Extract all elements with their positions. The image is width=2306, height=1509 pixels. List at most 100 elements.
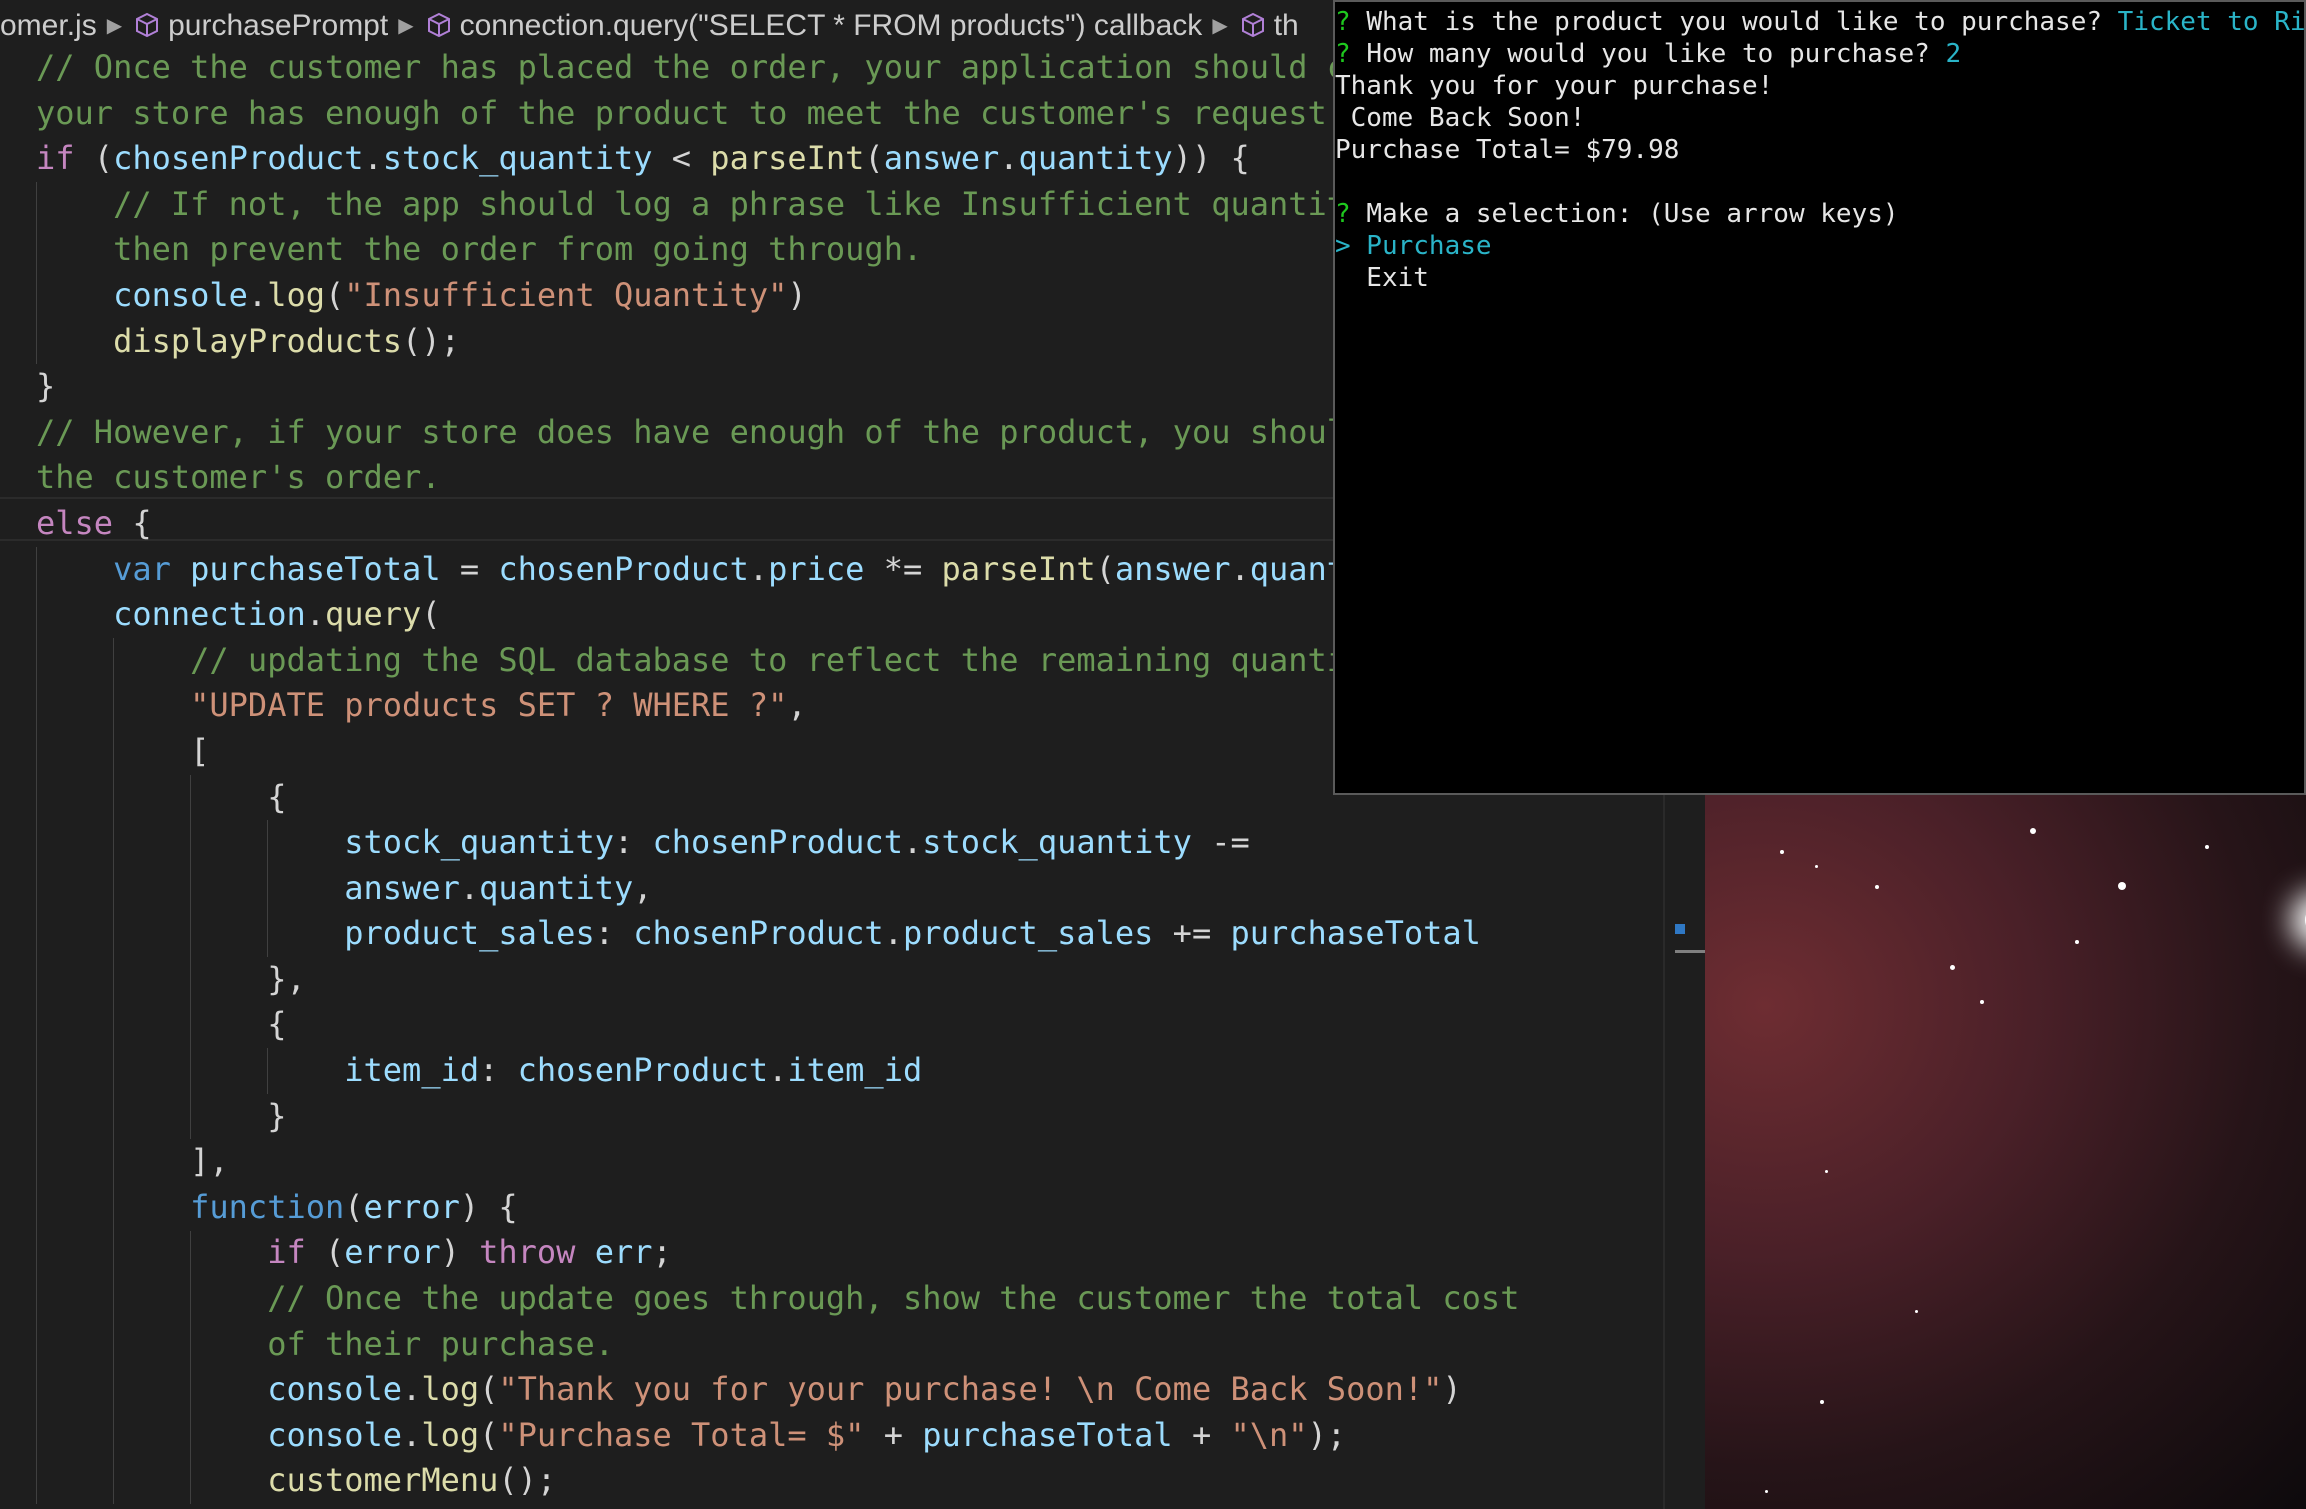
code-token: "Thank you for your purchase! \n Come Ba… bbox=[498, 1370, 1443, 1409]
code-line[interactable]: your store has enough of the product to … bbox=[36, 91, 1519, 137]
code-token: else bbox=[36, 503, 114, 542]
code-token: query bbox=[324, 595, 422, 634]
code-line[interactable]: // updating the SQL database to reflect … bbox=[36, 638, 1519, 684]
breadcrumb-item[interactable]: connection.query("SELECT * FROM products… bbox=[460, 0, 1203, 50]
code-line[interactable]: }, bbox=[36, 957, 1519, 1003]
terminal-line: Purchase Total= $79.98 bbox=[1335, 134, 2304, 166]
code-token: customerMenu bbox=[267, 1461, 499, 1500]
breadcrumb-item[interactable]: omer.js bbox=[0, 0, 97, 50]
code-token: . bbox=[305, 595, 325, 634]
code-token: console bbox=[113, 275, 248, 314]
code-line[interactable]: "UPDATE products SET ? WHERE ?", bbox=[36, 683, 1519, 729]
code-line[interactable]: customerMenu(); bbox=[36, 1458, 1519, 1504]
terminal-answer: Ticket to Ride bbox=[2117, 7, 2306, 37]
terminal-line: ? Make a selection: (Use arrow keys) bbox=[1335, 198, 2304, 230]
code-token: then prevent the order from going throug… bbox=[113, 230, 923, 269]
code-line[interactable]: console.log("Thank you for your purchase… bbox=[36, 1367, 1519, 1413]
star bbox=[1915, 1310, 1918, 1313]
star bbox=[1825, 1170, 1828, 1173]
code-line[interactable]: of their purchase. bbox=[36, 1322, 1519, 1368]
code-token: stock_quantity bbox=[922, 823, 1192, 862]
code-line[interactable]: function(error) { bbox=[36, 1185, 1519, 1231]
terminal-text: How many would you like to purchase? bbox=[1366, 39, 1946, 69]
code-line[interactable]: connection.query( bbox=[36, 592, 1519, 638]
code-token: // If not, the app should log a phrase l… bbox=[113, 184, 1385, 223]
code-token: price bbox=[768, 549, 865, 588]
code-token: ) { bbox=[459, 1187, 518, 1226]
terminal-text: Exit bbox=[1335, 263, 1429, 293]
terminal-line: > Purchase bbox=[1335, 230, 2304, 262]
terminal-line: Thank you for your purchase! bbox=[1335, 70, 2304, 102]
code-line[interactable]: console.log("Purchase Total= $" + purcha… bbox=[36, 1413, 1519, 1459]
code-token: . bbox=[883, 914, 903, 953]
code-token: answer bbox=[1114, 549, 1231, 588]
code-token: product_sales bbox=[344, 914, 595, 953]
star bbox=[2118, 882, 2126, 890]
code-token: if bbox=[36, 139, 75, 178]
code-token: . bbox=[363, 139, 383, 178]
code-line[interactable]: then prevent the order from going throug… bbox=[36, 227, 1519, 273]
code-line[interactable]: console.log("Insufficient Quantity") bbox=[36, 273, 1519, 319]
code-token: (); bbox=[402, 321, 460, 360]
terminal-line: Exit bbox=[1335, 262, 2304, 294]
code-token: err bbox=[594, 1233, 653, 1272]
terminal-answer: 2 bbox=[1945, 39, 1962, 69]
code-token: ) bbox=[440, 1233, 480, 1272]
code-line[interactable]: } bbox=[36, 1094, 1519, 1140]
code-token: item_id bbox=[344, 1051, 480, 1090]
code-line[interactable]: } bbox=[36, 364, 1519, 410]
code-token: { bbox=[113, 503, 152, 542]
code-token: error bbox=[363, 1187, 460, 1226]
code-token: ); bbox=[1307, 1415, 1347, 1454]
code-line[interactable]: answer.quantity, bbox=[36, 866, 1519, 912]
code-token: // However, if your store does have enou… bbox=[36, 412, 1385, 451]
code-token: ( bbox=[479, 1370, 499, 1409]
desktop-wallpaper bbox=[1705, 790, 2306, 1509]
code-line[interactable]: ], bbox=[36, 1139, 1519, 1185]
code-line[interactable]: if (error) throw err; bbox=[36, 1230, 1519, 1276]
code-token: displayProducts bbox=[113, 321, 403, 360]
code-token: product_sales bbox=[902, 914, 1154, 953]
indent-guide bbox=[36, 546, 37, 1505]
code-line[interactable]: if (chosenProduct.stock_quantity < parse… bbox=[36, 136, 1519, 182]
code-token: chosenProduct bbox=[517, 1051, 769, 1090]
code-token: console bbox=[267, 1370, 403, 1409]
terminal-window[interactable]: ? What is the product you would like to … bbox=[1333, 0, 2306, 795]
menu-option-selected[interactable]: > Purchase bbox=[1335, 231, 1492, 261]
code-line[interactable]: product_sales: chosenProduct.product_sal… bbox=[36, 911, 1519, 957]
code-line[interactable]: stock_quantity: chosenProduct.stock_quan… bbox=[36, 820, 1519, 866]
code-line[interactable]: [ bbox=[36, 729, 1519, 775]
code-line[interactable]: { bbox=[36, 1002, 1519, 1048]
terminal-text: Come Back Soon! bbox=[1335, 103, 1586, 133]
code-token: "Insufficient Quantity" bbox=[344, 275, 788, 314]
code-area[interactable]: // Once the customer has placed the orde… bbox=[36, 45, 1519, 1504]
code-token: . bbox=[402, 1370, 422, 1409]
breadcrumb-item[interactable]: purchasePrompt bbox=[168, 0, 388, 50]
code-token: quantity bbox=[1018, 139, 1173, 178]
code-line[interactable]: var purchaseTotal = chosenProduct.price … bbox=[36, 547, 1519, 593]
code-line[interactable]: { bbox=[36, 775, 1519, 821]
code-line[interactable]: // Once the customer has placed the orde… bbox=[36, 45, 1519, 91]
code-line[interactable]: else { bbox=[36, 501, 1519, 547]
terminal-line: ? What is the product you would like to … bbox=[1335, 6, 2304, 38]
code-token: }, bbox=[267, 959, 306, 998]
code-token: chosenProduct bbox=[652, 823, 903, 862]
code-token: , bbox=[633, 868, 653, 907]
code-line[interactable]: item_id: chosenProduct.item_id bbox=[36, 1048, 1519, 1094]
code-token: < bbox=[652, 139, 711, 178]
code-line[interactable]: displayProducts(); bbox=[36, 319, 1519, 365]
code-line[interactable]: // If not, the app should log a phrase l… bbox=[36, 182, 1519, 228]
breadcrumb-item[interactable]: th bbox=[1274, 0, 1299, 50]
code-token: chosenProduct bbox=[113, 139, 364, 178]
code-token: stock_quantity bbox=[382, 139, 653, 178]
code-line[interactable]: // Once the update goes through, show th… bbox=[36, 1276, 1519, 1322]
code-token: . bbox=[768, 1051, 788, 1090]
code-token: [ bbox=[190, 731, 210, 770]
code-line[interactable]: // However, if your store does have enou… bbox=[36, 410, 1519, 456]
code-line[interactable]: the customer's order. bbox=[36, 455, 1519, 501]
code-token: ( bbox=[324, 275, 345, 314]
code-token: . bbox=[902, 823, 923, 862]
code-token: ( bbox=[421, 595, 441, 634]
code-token: // Once the update goes through, show th… bbox=[267, 1279, 1520, 1318]
